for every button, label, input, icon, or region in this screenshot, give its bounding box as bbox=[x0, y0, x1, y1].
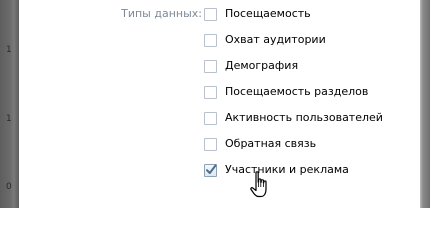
background-overlay-left: 1 1 0 bbox=[0, 0, 19, 208]
option-label: Участники и реклама bbox=[225, 163, 349, 176]
option-label: Посещаемость разделов bbox=[225, 85, 369, 98]
checkbox[interactable] bbox=[204, 137, 217, 151]
export-dialog: Типы данных: Посещаемость Охват аудитори… bbox=[19, 0, 420, 208]
option-section-attendance[interactable]: Посещаемость разделов bbox=[204, 84, 368, 100]
option-demographics[interactable]: Демография bbox=[204, 58, 298, 74]
option-members-and-ads[interactable]: Участники и реклама bbox=[204, 162, 349, 178]
checkbox-checked[interactable] bbox=[204, 163, 217, 177]
option-user-activity[interactable]: Активность пользователей bbox=[204, 110, 383, 126]
data-types-label: Типы данных: bbox=[121, 7, 202, 20]
checkmark-icon bbox=[206, 164, 217, 174]
option-label: Охват аудитории bbox=[225, 33, 326, 46]
checkbox[interactable] bbox=[204, 33, 217, 47]
background-tick-label: 1 bbox=[6, 45, 12, 55]
checkbox[interactable] bbox=[204, 59, 217, 73]
checkbox[interactable] bbox=[204, 85, 217, 99]
option-label: Демография bbox=[225, 59, 299, 72]
background-overlay-right bbox=[420, 0, 430, 208]
option-label: Активность пользователей bbox=[225, 111, 383, 124]
checkbox[interactable] bbox=[204, 111, 217, 125]
background-tick-label: 0 bbox=[6, 182, 12, 192]
background-tick-label: 1 bbox=[6, 114, 12, 124]
option-label: Обратная связь bbox=[225, 137, 317, 150]
checkbox[interactable] bbox=[204, 7, 217, 21]
option-feedback[interactable]: Обратная связь bbox=[204, 136, 316, 152]
option-attendance[interactable]: Посещаемость bbox=[204, 6, 311, 22]
option-audience-reach[interactable]: Охват аудитории bbox=[204, 32, 326, 48]
option-label: Посещаемость bbox=[225, 7, 311, 20]
